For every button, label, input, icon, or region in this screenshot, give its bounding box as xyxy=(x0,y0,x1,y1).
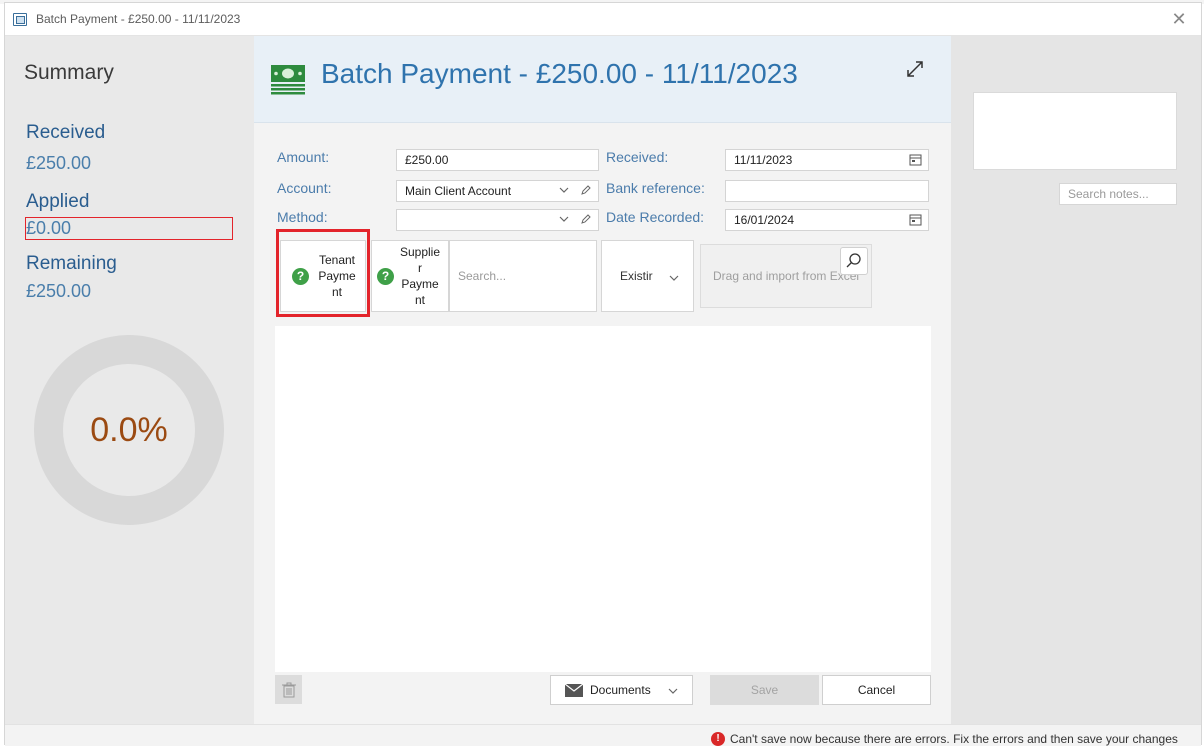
window-title: Batch Payment - £250.00 - 11/11/2023 xyxy=(36,12,241,26)
existing-dropdown[interactable]: Existir xyxy=(601,240,694,312)
money-icon xyxy=(271,65,305,95)
supplier-line-1: Supplie xyxy=(399,245,441,259)
notes-panel: Search notes... xyxy=(951,36,1201,724)
save-button[interactable]: Save xyxy=(710,675,819,705)
main-panel: Batch Payment - £250.00 - 11/11/2023 Amo… xyxy=(254,36,951,724)
amount-field[interactable]: £250.00 xyxy=(396,149,599,171)
close-button[interactable]: ✕ xyxy=(1169,9,1189,29)
payment-allocation-grid xyxy=(275,326,931,672)
account-select[interactable]: Main Client Account xyxy=(396,180,599,202)
applied-label: Applied xyxy=(26,191,90,212)
search-icon xyxy=(846,253,861,268)
supplier-line-4: nt xyxy=(414,293,425,307)
account-label: Account: xyxy=(277,180,332,196)
status-bar: ! Can't save now because there are error… xyxy=(5,724,1201,746)
page-title: Batch Payment - £250.00 - 11/11/2023 xyxy=(321,58,798,89)
bank-reference-field[interactable] xyxy=(725,180,929,202)
chevron-down-icon xyxy=(668,688,678,694)
error-icon: ! xyxy=(711,732,725,746)
donut-center: 0.0% xyxy=(63,364,195,496)
notes-search-input[interactable]: Search notes... xyxy=(1059,183,1177,205)
search-placeholder: Search... xyxy=(458,269,507,283)
calendar-icon[interactable] xyxy=(909,213,922,226)
window-app-icon xyxy=(13,12,27,26)
error-message: Can't save now because there are errors.… xyxy=(730,732,1178,746)
date-recorded-value: 16/01/2024 xyxy=(734,213,795,227)
applied-percent: 0.0% xyxy=(90,410,168,449)
amount-value: £250.00 xyxy=(405,153,449,167)
edit-pencil-icon[interactable] xyxy=(580,213,592,225)
method-select[interactable] xyxy=(396,209,599,231)
delete-button[interactable] xyxy=(275,675,302,704)
supplier-payment-label: Supplie r Payme nt xyxy=(396,244,444,308)
documents-button[interactable]: Documents xyxy=(550,675,693,705)
chevron-down-icon xyxy=(669,275,679,281)
existing-label: Existir xyxy=(620,269,653,283)
summary-title: Summary xyxy=(24,61,114,84)
edit-pencil-icon[interactable] xyxy=(580,184,592,196)
notes-search-placeholder: Search notes... xyxy=(1068,187,1149,201)
received-value: £250.00 xyxy=(26,153,92,173)
received-date-field[interactable]: 11/11/2023 xyxy=(725,149,929,171)
received-label: Received xyxy=(26,122,106,143)
search-button[interactable] xyxy=(840,247,868,275)
notes-editor[interactable] xyxy=(973,92,1177,170)
account-value: Main Client Account xyxy=(405,184,512,198)
search-input[interactable]: Search... xyxy=(449,240,597,312)
cancel-button[interactable]: Cancel xyxy=(822,675,931,705)
amount-label: Amount: xyxy=(277,149,330,165)
trash-icon xyxy=(281,682,296,697)
date-recorded-field[interactable]: 16/01/2024 xyxy=(725,209,929,231)
expand-icon[interactable] xyxy=(906,60,924,78)
chevron-down-icon[interactable] xyxy=(558,184,570,196)
summary-panel: Summary Received £250.00 Applied £0.00 R… xyxy=(5,36,254,724)
drag-import-label: Drag and import from Excel xyxy=(713,269,860,283)
remaining-label: Remaining xyxy=(26,253,117,274)
received-date-label: Received: xyxy=(606,149,669,165)
tenant-payment-highlight xyxy=(276,229,370,317)
received-date-value: 11/11/2023 xyxy=(734,153,793,167)
date-recorded-label: Date Recorded: xyxy=(606,209,705,225)
method-label: Method: xyxy=(277,209,328,225)
envelope-icon xyxy=(565,683,583,697)
chevron-down-icon[interactable] xyxy=(558,213,570,225)
batch-payment-dialog: Batch Payment - £250.00 - 11/11/2023 ✕ S… xyxy=(4,2,1202,746)
remaining-value: £250.00 xyxy=(26,281,92,301)
applied-donut-chart: 0.0% xyxy=(34,335,224,525)
title-bar: Batch Payment - £250.00 - 11/11/2023 ✕ xyxy=(5,3,1201,36)
supplier-payment-tile[interactable]: ? Supplie r Payme nt xyxy=(371,240,449,312)
help-question-icon: ? xyxy=(377,268,394,285)
bank-reference-label: Bank reference: xyxy=(606,180,705,196)
supplier-line-3: Payme xyxy=(401,277,439,291)
documents-label: Documents xyxy=(590,683,651,697)
applied-value: £0.00 xyxy=(26,218,72,238)
calendar-icon[interactable] xyxy=(909,153,922,166)
supplier-line-2: r xyxy=(418,261,422,275)
payment-header: Batch Payment - £250.00 - 11/11/2023 xyxy=(254,36,951,123)
